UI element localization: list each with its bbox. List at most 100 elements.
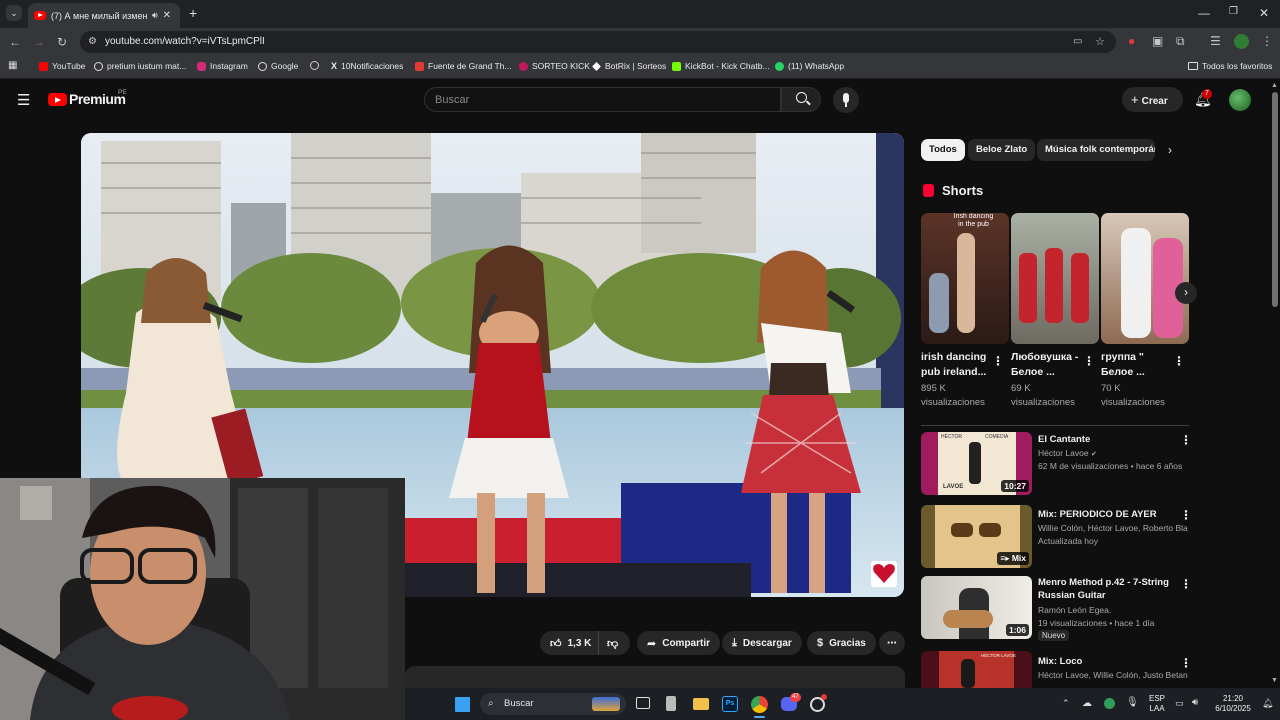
language-indicator[interactable]: ESP LAA xyxy=(1147,694,1167,714)
chrome-menu-icon[interactable]: ⋮ xyxy=(1261,34,1273,48)
logo-text[interactable]: Premium xyxy=(69,91,126,107)
video-channel[interactable]: Héctor Lavoe ✔ xyxy=(1038,447,1188,461)
scroll-thumb[interactable] xyxy=(1272,92,1278,307)
short-title[interactable]: Любовушка - Белое ... xyxy=(1011,350,1081,380)
volume-icon[interactable]: 🔊︎ xyxy=(1192,697,1198,708)
app-icon-grey[interactable] xyxy=(666,696,676,711)
address-bar[interactable]: ⚙︎ youtube.com/watch?v=iVTsLpmCPlI ▭ ☆ xyxy=(80,31,1116,53)
reading-list-icon[interactable]: ☰ xyxy=(1210,34,1221,48)
search-input[interactable]: Buscar xyxy=(424,87,781,112)
thanks-button[interactable]: $ Gracias xyxy=(807,631,876,655)
apps-grid-icon[interactable]: ▦ xyxy=(8,60,17,71)
clock[interactable]: 21:20 6/10/2025 xyxy=(1208,694,1258,714)
extensions-puzzle-icon[interactable]: ⧉ xyxy=(1176,34,1185,49)
video-channel[interactable]: Héctor Lavoe, Willie Colón, Justo Betanc… xyxy=(1038,669,1188,682)
video-menu-icon[interactable]: ⋮ xyxy=(1180,656,1192,670)
short-menu-icon[interactable]: ⋮ xyxy=(1173,354,1185,368)
search-button[interactable] xyxy=(781,87,821,112)
video-thumbnail[interactable]: HÉCTOR LAVOE xyxy=(921,651,1032,688)
photoshop-icon[interactable]: Ps xyxy=(722,696,738,712)
chip-beloe-zlato[interactable]: Beloe Zlato xyxy=(968,139,1036,161)
bookmark-google[interactable]: Google xyxy=(258,61,298,71)
task-view-icon[interactable] xyxy=(636,697,650,709)
bookmark-star-icon[interactable]: ☆ xyxy=(1095,31,1105,53)
video-title[interactable]: Mix: Loco xyxy=(1038,655,1173,668)
reload-icon[interactable]: ↻ xyxy=(57,35,67,49)
video-menu-icon[interactable]: ⋮ xyxy=(1180,577,1192,591)
close-window-icon[interactable]: ✕ xyxy=(1259,6,1269,20)
video-menu-icon[interactable]: ⋮ xyxy=(1180,508,1192,522)
chip-all[interactable]: Todos xyxy=(921,139,965,161)
back-icon[interactable]: ← xyxy=(9,35,21,49)
youtube-logo-icon[interactable] xyxy=(48,93,67,106)
bookmark-pretium[interactable]: pretium iustum mat... xyxy=(94,61,186,71)
short-thumbnail[interactable] xyxy=(1011,213,1099,344)
short-thumbnail[interactable]: Irish dancing in the pub xyxy=(921,213,1009,344)
download-button[interactable]: ⤓ Descargar xyxy=(722,631,802,655)
forward-icon[interactable]: → xyxy=(33,35,45,49)
windows-start-icon[interactable] xyxy=(455,697,470,712)
share-button[interactable]: ➦ Compartir xyxy=(637,631,721,655)
chrome-taskbar-icon[interactable] xyxy=(751,696,768,713)
short-title[interactable]: группа " Белое ... xyxy=(1101,350,1171,380)
page-scrollbar[interactable]: ▲ ▼ xyxy=(1270,80,1280,688)
bookmark-unnamed[interactable] xyxy=(310,61,323,70)
hamburger-menu-icon[interactable]: ☰ xyxy=(17,91,30,109)
account-avatar[interactable] xyxy=(1229,89,1251,111)
network-icon[interactable]: ▭ xyxy=(1175,698,1184,709)
taskbar-search[interactable]: ⌕ Buscar xyxy=(480,693,626,715)
shorts-next-button[interactable]: › xyxy=(1175,282,1197,304)
video-duration: 10:27 xyxy=(1001,480,1029,492)
microphone-tray-icon[interactable]: 🎙︎ xyxy=(1126,697,1139,708)
defender-icon[interactable] xyxy=(1104,698,1115,709)
tab-close-icon[interactable]: ✕ xyxy=(163,10,171,21)
bookmark-whatsapp[interactable]: (11) WhatsApp xyxy=(775,61,844,71)
active-tab[interactable]: (7) А мне милый изменил 🔊︎ ✕ xyxy=(28,3,180,28)
bookmark-instagram[interactable]: Instagram xyxy=(197,61,248,71)
new-tab-icon[interactable]: + xyxy=(189,5,197,21)
bookmark-youtube[interactable]: YouTube xyxy=(39,61,85,71)
description-box[interactable] xyxy=(405,666,905,688)
short-menu-icon[interactable]: ⋮ xyxy=(992,354,1004,368)
bookmark-kickbot[interactable]: KickBot - Kick Chatb... xyxy=(672,61,770,71)
video-title[interactable]: El Cantante xyxy=(1038,433,1173,446)
chip-folk-music[interactable]: Música folk contemporánea xyxy=(1037,139,1155,161)
short-title[interactable]: irish dancing pub ireland... xyxy=(921,350,991,380)
file-explorer-icon[interactable] xyxy=(693,698,709,710)
scroll-down-icon[interactable]: ▼ xyxy=(1271,677,1278,684)
notification-center-icon[interactable]: 🔔︎ xyxy=(1262,698,1273,709)
short-thumbnail[interactable] xyxy=(1101,213,1189,344)
speaker-icon[interactable]: 🔊︎ xyxy=(152,10,158,21)
bookmark-x[interactable]: X 10Notificaciones xyxy=(331,61,403,71)
tab-search-icon[interactable]: ⌄ xyxy=(6,5,22,21)
extension-card-icon[interactable]: ▣ xyxy=(1152,34,1163,48)
minimize-icon[interactable]: — xyxy=(1198,6,1210,20)
video-title[interactable]: Mix: PERIODICO DE AYER xyxy=(1038,508,1173,521)
onedrive-icon[interactable]: ☁ xyxy=(1082,698,1092,709)
profile-avatar[interactable] xyxy=(1234,34,1249,49)
create-button[interactable]: + Crear xyxy=(1122,87,1183,112)
video-menu-icon[interactable]: ⋮ xyxy=(1180,433,1192,447)
dislike-button[interactable]: 👎︎ xyxy=(598,631,630,655)
video-title[interactable]: Menro Method p.42 - 7-String Russian Gui… xyxy=(1038,576,1173,602)
short-menu-icon[interactable]: ⋮ xyxy=(1083,354,1095,368)
scroll-up-icon[interactable]: ▲ xyxy=(1271,82,1278,89)
video-thumbnail[interactable]: 1:06 xyxy=(921,576,1032,639)
more-actions-button[interactable]: ⋯ xyxy=(879,631,905,655)
restore-icon[interactable]: ❐ xyxy=(1229,6,1238,17)
video-thumbnail[interactable]: ≡▸ Mix xyxy=(921,505,1032,568)
all-favorites[interactable]: Todos los favoritos xyxy=(1188,61,1272,71)
bookmark-gta-font[interactable]: Fuente de Grand Th... xyxy=(415,61,511,71)
video-thumbnail[interactable]: HÉCTOR COMEDIA LAVOE 10:27 xyxy=(921,432,1032,495)
video-channel[interactable]: Ramón León Egea. xyxy=(1038,604,1188,617)
site-info-icon[interactable]: ⚙︎ xyxy=(88,31,97,53)
voice-search-button[interactable] xyxy=(833,87,859,113)
cast-icon[interactable]: ▭ xyxy=(1073,31,1082,53)
like-button[interactable]: 👍︎ 1,3 K xyxy=(540,631,598,655)
bookmark-botrix[interactable]: BotRix | Sorteos xyxy=(592,61,666,71)
extension-red-icon[interactable]: ● xyxy=(1128,34,1135,48)
bookmark-sorteo-kick[interactable]: SORTEO KICK xyxy=(519,61,590,71)
tray-chevron-icon[interactable]: ⌃ xyxy=(1062,698,1070,709)
video-channel[interactable]: Willie Colón, Héctor Lavoe, Roberto Blad… xyxy=(1038,522,1188,535)
chips-next-icon[interactable]: › xyxy=(1168,143,1172,157)
